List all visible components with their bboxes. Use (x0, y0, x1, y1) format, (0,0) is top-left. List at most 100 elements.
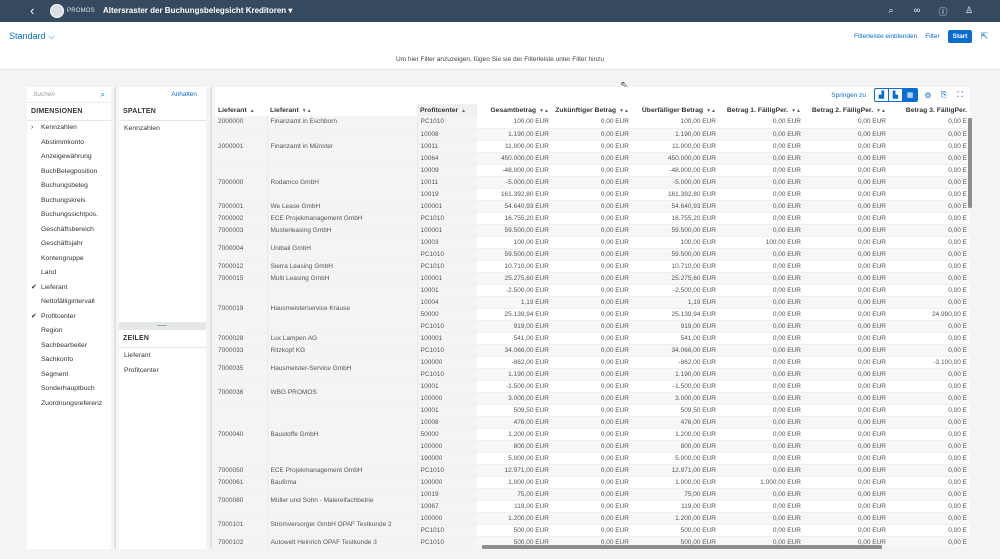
profitcenter-cell[interactable]: PC1010 (417, 344, 477, 357)
amount-cell[interactable]: 0,00 EUR (552, 260, 632, 273)
amount-cell[interactable]: 25.139,94 EUR (477, 308, 552, 321)
amount-cell[interactable]: 0,00 E (889, 248, 970, 261)
supplier-name-cell[interactable]: Sierra Leasing GmbH (267, 260, 418, 273)
dimension-item[interactable]: ✔ Lieferant (27, 281, 111, 296)
table-icon[interactable]: ▦ (903, 89, 917, 101)
sort-icon[interactable]: ▼▲ (791, 108, 801, 114)
amount-cell[interactable]: 500,00 EUR (477, 524, 552, 537)
supplier-name-cell[interactable]: Hausmeister-Service GmbH (267, 356, 418, 381)
supplier-name-cell[interactable]: We Lease GmbH (267, 200, 418, 213)
amount-cell[interactable]: 0,00 EUR (804, 128, 889, 141)
row-item[interactable]: Profitcenter (119, 363, 206, 378)
amount-cell[interactable]: 0,00 EUR (804, 188, 889, 201)
amount-cell[interactable]: 0,00 EUR (552, 332, 632, 345)
amount-cell[interactable]: 0,00 EUR (719, 416, 804, 429)
dimension-item[interactable]: Land (27, 266, 111, 281)
jump-to-button[interactable]: Springen zu (831, 92, 866, 99)
dimension-item[interactable]: Geschäftsjahr (27, 237, 111, 252)
dimension-item[interactable]: Buchungsbeleg (27, 179, 111, 194)
profitcenter-cell[interactable]: 100000 (417, 476, 477, 489)
amount-cell[interactable]: -3.100,00 E (889, 356, 970, 369)
column-header[interactable]: Betrag 3. FälligPer. (889, 104, 970, 116)
amount-cell[interactable]: 0,00 EUR (804, 320, 889, 333)
supplier-id-cell[interactable]: 7000019 (215, 284, 268, 333)
column-header[interactable]: Überfälliger Betrag ▼▲ (632, 104, 719, 116)
amount-cell[interactable]: 509,50 EUR (632, 404, 719, 417)
amount-cell[interactable]: 0,00 EUR (804, 392, 889, 405)
supplier-name-cell[interactable]: Müller und Sohn - Malereifachbetrie (267, 488, 418, 513)
profitcenter-cell[interactable]: PC1010 (417, 536, 477, 549)
amount-cell[interactable]: 0,00 EUR (719, 116, 804, 129)
supplier-id-cell[interactable]: 7000050 (215, 464, 268, 477)
supplier-id-cell[interactable]: 7000004 (215, 236, 268, 261)
amount-cell[interactable]: 0,00 E (889, 452, 970, 465)
dimension-item[interactable]: Region (27, 324, 111, 339)
dimension-item[interactable]: › Kennzahlen (27, 121, 111, 136)
amount-cell[interactable]: 34.066,00 EUR (632, 344, 719, 357)
profitcenter-cell[interactable]: 50000 (417, 308, 477, 321)
amount-cell[interactable]: 0,00 EUR (804, 512, 889, 525)
amount-cell[interactable]: 0,00 EUR (804, 224, 889, 237)
dimension-item[interactable]: Abstimmkonto (27, 136, 111, 151)
dimension-item[interactable]: Zuordnungsreferenz (27, 397, 111, 412)
amount-cell[interactable]: 0,00 EUR (719, 224, 804, 237)
amount-cell[interactable]: 0,00 EUR (552, 152, 632, 165)
amount-cell[interactable]: 450.000,00 EUR (632, 152, 719, 165)
amount-cell[interactable]: 0,00 E (889, 524, 970, 537)
amount-cell[interactable]: 0,00 E (889, 320, 970, 333)
dimension-search-input[interactable]: Suchen ⌕ (27, 87, 111, 103)
amount-cell[interactable]: 25.139,94 EUR (632, 308, 719, 321)
supplier-name-cell[interactable]: ECE Projekmanagement GmbH (267, 212, 418, 225)
promos-logo[interactable]: PROMOS (50, 4, 95, 18)
amount-cell[interactable]: 5.000,00 EUR (632, 452, 719, 465)
amount-cell[interactable]: 0,00 EUR (804, 200, 889, 213)
amount-cell[interactable]: 0,00 EUR (719, 500, 804, 513)
dimension-item[interactable]: Sachbearbeiter (27, 339, 111, 354)
amount-cell[interactable]: -1.500,00 EUR (477, 380, 552, 393)
column-header[interactable]: Zukünftiger Betrag ▼▲ (552, 104, 632, 116)
amount-cell[interactable]: 1.200,00 EUR (632, 428, 719, 441)
amount-cell[interactable]: 24.990,00 E (889, 308, 970, 321)
dimension-item[interactable]: Sachkonto (27, 353, 111, 368)
amount-cell[interactable]: 0,00 EUR (719, 296, 804, 309)
help-icon[interactable]: ⓘ (937, 5, 949, 18)
fullscreen-icon[interactable]: ⛶ (954, 90, 966, 100)
amount-cell[interactable]: 0,00 EUR (552, 464, 632, 477)
amount-cell[interactable]: 10.710,00 EUR (477, 260, 552, 273)
profitcenter-cell[interactable]: PC1010 (417, 212, 477, 225)
sort-icon[interactable]: ▲ (250, 108, 255, 114)
profitcenter-cell[interactable]: PC1010 (417, 368, 477, 381)
amount-cell[interactable]: 0,00 E (889, 236, 970, 249)
amount-cell[interactable]: 0,00 E (889, 152, 970, 165)
amount-cell[interactable]: 100,00 EUR (632, 116, 719, 129)
profitcenter-cell[interactable]: 10067 (417, 500, 477, 513)
amount-cell[interactable]: 0,00 EUR (719, 356, 804, 369)
amount-cell[interactable]: 0,00 EUR (552, 212, 632, 225)
profitcenter-cell[interactable]: 190000 (417, 452, 477, 465)
supplier-name-cell[interactable]: Autowelt Heinrich OPAF Testkunde 3 (267, 536, 418, 549)
column-header[interactable]: Lieferant ▼▲ (267, 104, 417, 116)
pause-button[interactable]: Anhalten (119, 87, 206, 103)
supplier-id-cell[interactable]: 7000000 (215, 164, 268, 201)
amount-cell[interactable]: 0,00 EUR (804, 236, 889, 249)
amount-cell[interactable]: 0,00 EUR (804, 428, 889, 441)
sort-icon[interactable]: ▼▲ (619, 108, 629, 114)
profitcenter-cell[interactable]: 100000 (417, 512, 477, 525)
sort-icon[interactable]: ▼▲ (302, 108, 312, 114)
amount-cell[interactable]: 59.500,00 EUR (632, 224, 719, 237)
supplier-id-cell[interactable]: 7000033 (215, 344, 268, 357)
column-header[interactable]: Gesamtbetrag ▼▲ (477, 104, 552, 116)
amount-cell[interactable]: 0,00 EUR (719, 272, 804, 285)
supplier-id-cell[interactable]: 7000028 (215, 332, 268, 345)
amount-cell[interactable]: 0,00 EUR (719, 188, 804, 201)
supplier-id-cell[interactable]: 7000003 (215, 224, 268, 237)
dimension-item[interactable]: Geschäftsbereich (27, 223, 111, 238)
amount-cell[interactable]: 1.200,00 EUR (632, 512, 719, 525)
dimension-item[interactable]: Buchungskreis (27, 194, 111, 209)
amount-cell[interactable]: 59.500,00 EUR (477, 248, 552, 261)
amount-cell[interactable]: 0,00 EUR (804, 344, 889, 357)
amount-cell[interactable]: 1.000,00 EUR (477, 476, 552, 489)
amount-cell[interactable]: -2.500,00 EUR (632, 284, 719, 297)
filter-button[interactable]: Filter (925, 33, 939, 40)
amount-cell[interactable]: 0,00 EUR (719, 512, 804, 525)
